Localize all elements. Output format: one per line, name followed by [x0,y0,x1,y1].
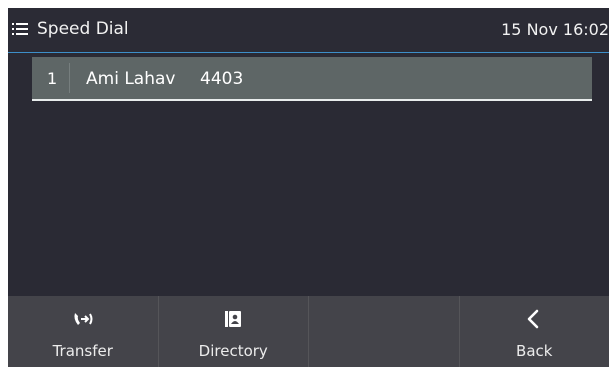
transfer-label: Transfer [52,342,113,360]
chevron-left-icon [523,308,545,330]
back-softkey[interactable]: Back [460,296,609,367]
empty-softkey [309,296,460,367]
header-bar: Speed Dial 15 Nov 16:02 [8,8,609,53]
entry-divider [69,63,70,93]
phone-screen: Speed Dial 15 Nov 16:02 1 Ami Lahav 4403… [8,8,609,367]
speed-dial-list: 1 Ami Lahav 4403 [32,57,592,101]
entry-index: 1 [47,69,58,88]
date-time: 15 Nov 16:02 [501,20,609,39]
softkey-bar: Transfer Directory Back [8,296,609,367]
list-menu-icon[interactable] [12,21,28,37]
transfer-softkey[interactable]: Transfer [8,296,159,367]
speed-dial-entry[interactable]: 1 Ami Lahav 4403 [32,57,592,101]
entry-number: 4403 [200,69,244,89]
directory-softkey[interactable]: Directory [159,296,309,367]
page-title: Speed Dial [37,19,129,39]
directory-label: Directory [198,342,268,360]
entry-name: Ami Lahav [86,69,176,89]
transfer-call-icon [72,308,94,330]
back-label: Back [516,342,553,360]
contact-book-icon [222,308,244,330]
